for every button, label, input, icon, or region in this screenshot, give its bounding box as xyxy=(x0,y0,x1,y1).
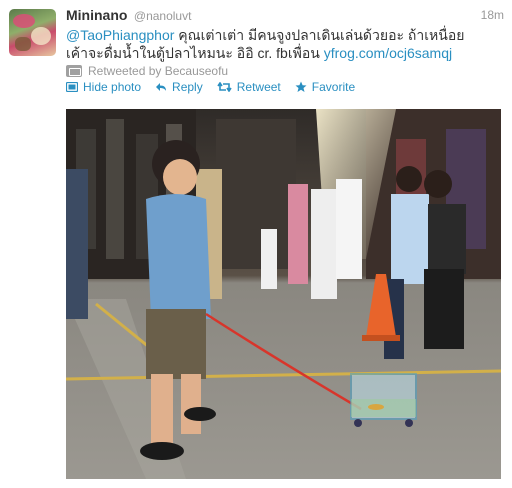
tweet-header: Mininano @nanoluvt 18m xyxy=(66,7,504,25)
tweet-item: Mininano @nanoluvt 18m @TaoPhiangphor คุ… xyxy=(0,0,512,488)
star-icon xyxy=(295,81,307,92)
photo-icon xyxy=(66,82,78,92)
reply-icon xyxy=(156,83,167,91)
avatar[interactable] xyxy=(9,9,56,56)
author-fullname[interactable]: Mininano xyxy=(66,7,127,23)
reply-label: Reply xyxy=(172,80,203,94)
retweeted-by: Retweeted by Becauseofu xyxy=(66,64,228,78)
tweet-text: @TaoPhiangphor คุณเต่าเต่า มีคนจูงปลาเดิ… xyxy=(66,26,486,62)
mention-link[interactable]: @TaoPhiangphor xyxy=(66,27,174,43)
retweet-label: Retweet xyxy=(236,80,281,94)
hide-photo-button[interactable]: Hide photo xyxy=(66,80,141,94)
tweet-photo[interactable] xyxy=(66,109,501,479)
author-username[interactable]: @nanoluvt xyxy=(134,9,192,23)
tweet-actions: Hide photo Reply Retweet Favorite xyxy=(66,80,369,94)
reply-button[interactable]: Reply xyxy=(155,80,203,94)
retweeted-by-label[interactable]: Retweeted by Becauseofu xyxy=(88,64,228,78)
tweet-timestamp[interactable]: 18m xyxy=(481,8,504,22)
retweet-context-icon xyxy=(66,65,82,77)
favorite-label: Favorite xyxy=(311,80,356,94)
hide-photo-label: Hide photo xyxy=(83,80,142,94)
retweet-button[interactable]: Retweet xyxy=(217,80,281,94)
street-photo-illustration xyxy=(66,109,501,479)
favorite-button[interactable]: Favorite xyxy=(295,80,355,94)
retweet-icon xyxy=(217,82,232,92)
photo-url-link[interactable]: yfrog.com/ocj6samqj xyxy=(324,45,452,61)
